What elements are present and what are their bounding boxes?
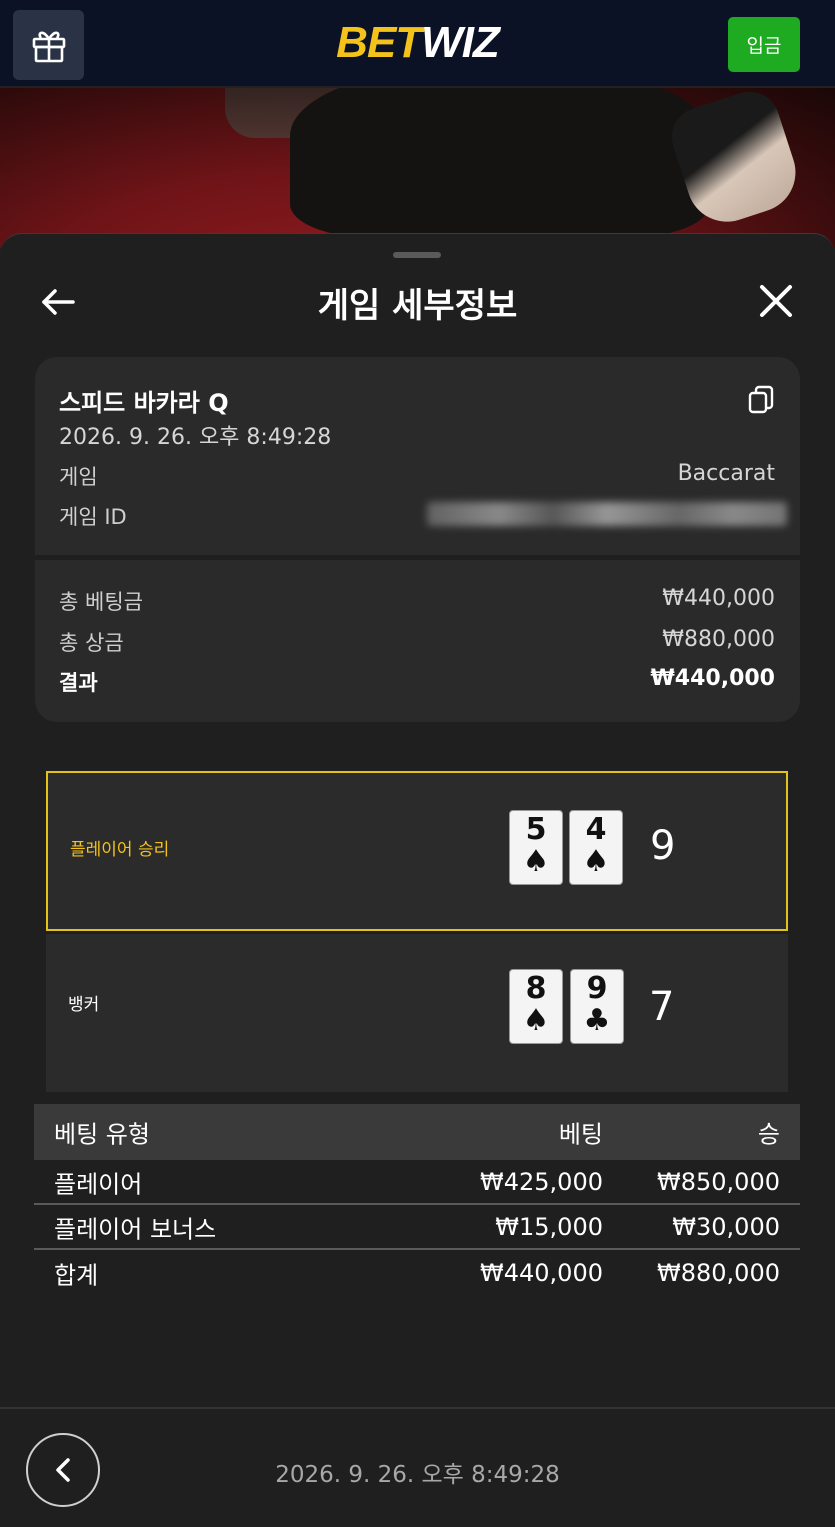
playing-card: 8 ♠ (509, 969, 563, 1044)
total-win-amount: ₩880,000 (657, 1258, 780, 1287)
bet-amount: ₩15,000 (495, 1212, 603, 1241)
club-icon: ♣ (583, 1003, 611, 1038)
bet-amount-header: 베팅 (558, 1120, 603, 1149)
table-row: 플레이어 보너스 ₩15,000 ₩30,000 (34, 1205, 800, 1250)
logo-wiz: WIZ (421, 18, 500, 67)
close-icon (760, 285, 792, 317)
footer-datetime: 2026. 9. 26. 오후 8:49:28 (275, 1462, 560, 1488)
total-bet-value: ₩440,000 (662, 586, 775, 611)
win-amount-header: 승 (757, 1120, 780, 1149)
sheet-title: 게임 세부정보 (317, 286, 518, 326)
playing-card: 4 ♠ (569, 810, 623, 885)
drag-handle[interactable] (393, 252, 441, 258)
table-row: 플레이어 ₩425,000 ₩850,000 (34, 1160, 800, 1205)
bets-table: 베팅 유형 베팅 승 플레이어 ₩425,000 ₩850,000 플레이어 보… (34, 1104, 800, 1295)
logo-bet: BET (336, 18, 422, 67)
live-video-background (0, 88, 835, 248)
game-type-label: 게임 (59, 465, 98, 489)
game-type-value: Baccarat (677, 461, 775, 486)
banker-score: 7 (649, 984, 675, 1030)
game-name: 스피드 바카라 Q (59, 389, 229, 417)
spade-icon: ♠ (522, 1003, 550, 1038)
win-amount: ₩850,000 (657, 1167, 780, 1196)
total-win-label: 총 상금 (59, 631, 124, 655)
total-win-value: ₩880,000 (662, 627, 775, 652)
game-id-label: 게임 ID (59, 505, 127, 529)
card-rank: 8 (525, 971, 547, 1006)
banker-outcome-label: 뱅커 (68, 995, 100, 1015)
player-outcome-label: 플레이어 승리 (70, 840, 170, 860)
game-datetime: 2026. 9. 26. 오후 8:49:28 (59, 425, 332, 450)
result-value: ₩440,000 (650, 666, 775, 691)
playing-card: 9 ♣ (570, 969, 624, 1044)
bet-type: 플레이어 (54, 1170, 143, 1198)
game-info-card: 스피드 바카라 Q 2026. 9. 26. 오후 8:49:28 게임 Bac… (35, 357, 800, 722)
bet-type: 플레이어 보너스 (54, 1215, 217, 1243)
table-total-row: 합계 ₩440,000 ₩880,000 (34, 1250, 800, 1295)
total-bet-amount: ₩440,000 (480, 1258, 603, 1287)
banker-outcome-panel: 뱅커 8 ♠ 9 ♣ 7 (46, 934, 788, 1092)
card-divider (35, 555, 800, 560)
playing-card: 5 ♠ (509, 810, 563, 885)
player-score: 9 (650, 823, 676, 869)
bet-type-header: 베팅 유형 (54, 1120, 150, 1149)
card-rank: 5 (525, 812, 547, 847)
close-button[interactable] (756, 281, 796, 321)
copy-icon[interactable] (747, 385, 775, 415)
spade-icon: ♠ (522, 844, 550, 879)
card-rank: 9 (586, 971, 608, 1006)
video-dealer (290, 88, 710, 238)
top-bar: BETWIZ 입금 (0, 0, 835, 88)
bets-table-header: 베팅 유형 베팅 승 (34, 1104, 800, 1160)
sheet-footer: 2026. 9. 26. 오후 8:49:28 (0, 1407, 835, 1527)
total-bet-label: 총 베팅금 (59, 590, 143, 614)
spade-icon: ♠ (582, 844, 610, 879)
total-type: 합계 (54, 1261, 99, 1289)
deposit-button[interactable]: 입금 (728, 17, 800, 72)
game-details-sheet: 게임 세부정보 스피드 바카라 Q 2026. 9. 26. 오후 8:49:2… (0, 233, 835, 1527)
bet-amount: ₩425,000 (480, 1167, 603, 1196)
logo[interactable]: BETWIZ (0, 18, 835, 68)
result-label: 결과 (59, 671, 98, 695)
game-id-value-redacted (427, 502, 787, 526)
win-amount: ₩30,000 (672, 1212, 780, 1241)
player-outcome-panel: 플레이어 승리 5 ♠ 4 ♠ 9 (46, 771, 788, 931)
card-rank: 4 (585, 812, 607, 847)
